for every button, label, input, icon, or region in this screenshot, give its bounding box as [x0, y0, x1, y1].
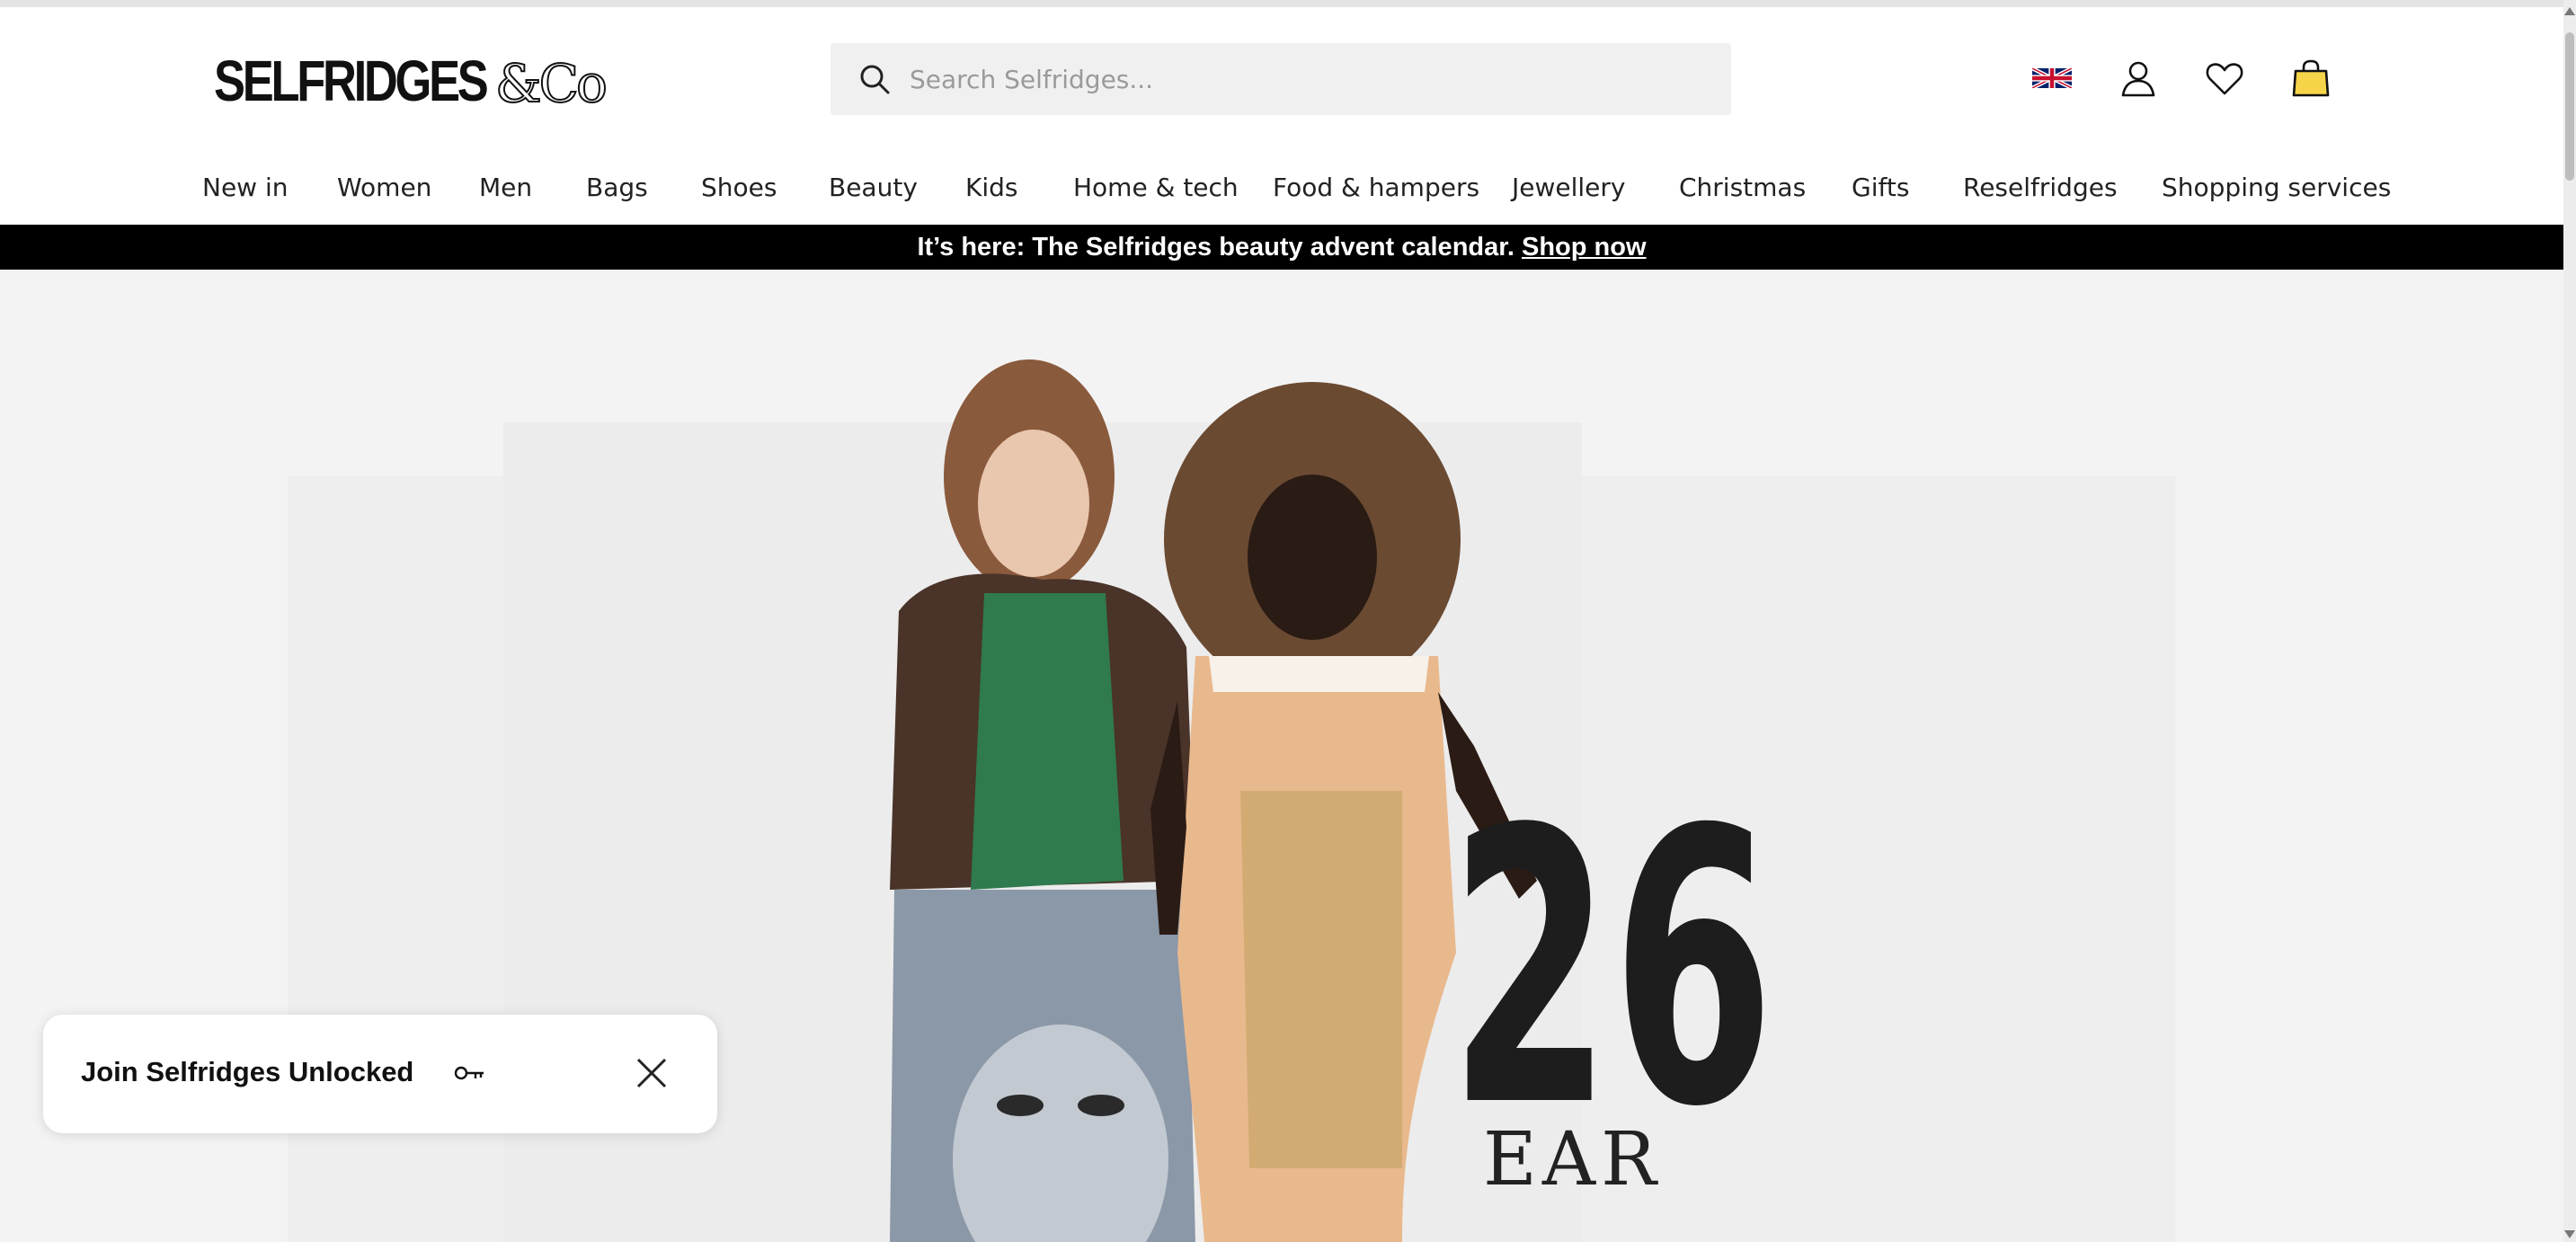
browser-top-edge [0, 0, 2563, 7]
logo-co-mark: &Co [494, 53, 608, 114]
hero-number-fragment: 26 [1449, 750, 1775, 1190]
nav-item-bags[interactable]: Bags [586, 173, 648, 202]
uk-flag-icon[interactable] [2030, 56, 2074, 101]
nav-item-women[interactable]: Women [337, 173, 431, 202]
page-scrollbar[interactable] [2563, 0, 2576, 1242]
nav-item-beauty[interactable]: Beauty [829, 173, 918, 202]
key-icon [453, 1061, 485, 1085]
user-icon[interactable] [2116, 56, 2161, 101]
nav-item-jewellery[interactable]: Jewellery [1512, 173, 1625, 202]
nav-item-gifts[interactable]: Gifts [1852, 173, 1909, 202]
nav-item-christmas[interactable]: Christmas [1679, 173, 1806, 202]
unlocked-popup[interactable]: Join Selfridges Unlocked [43, 1015, 717, 1133]
nav-item-shoes[interactable]: Shoes [701, 173, 777, 202]
search-input[interactable]: Search Selfridges... [910, 65, 1153, 94]
nav-item-food-hampers[interactable]: Food & hampers [1273, 173, 1479, 202]
nav-item-home-tech[interactable]: Home & tech [1073, 173, 1239, 202]
logo-wordmark: SELFRIDGES [214, 49, 489, 113]
scroll-down-arrow-icon[interactable] [2564, 1230, 2575, 1238]
shopping-bag-icon[interactable] [2288, 56, 2333, 101]
nav-item-kids[interactable]: Kids [965, 173, 1018, 202]
promo-banner: It’s here: The Selfridges beauty advent … [0, 225, 2563, 270]
search-bar[interactable]: Search Selfridges... [831, 43, 1731, 115]
search-icon[interactable] [857, 62, 892, 96]
nav-item-men[interactable]: Men [479, 173, 532, 202]
heart-icon[interactable] [2202, 56, 2247, 101]
nav-item-new-in[interactable]: New in [202, 173, 289, 202]
close-icon[interactable] [629, 1051, 674, 1096]
promo-shop-now-link[interactable]: Shop now [1522, 233, 1647, 262]
nav-item-shopping-services[interactable]: Shopping services [2162, 173, 2391, 202]
selfridges-logo[interactable]: SELFRIDGES &Co [214, 47, 608, 114]
popup-join-text[interactable]: Join Selfridges Unlocked [81, 1056, 413, 1088]
scrollbar-thumb[interactable] [2565, 32, 2574, 181]
main-navigation: New in Women Men Bags Shoes Beauty Kids … [0, 164, 2563, 223]
scroll-up-arrow-icon[interactable] [2564, 7, 2575, 15]
promo-text: It’s here: The Selfridges beauty advent … [917, 232, 1515, 262]
hero-word-fragment: EAR [1483, 1117, 1662, 1202]
nav-item-reselfridges[interactable]: Reselfridges [1963, 173, 2118, 202]
